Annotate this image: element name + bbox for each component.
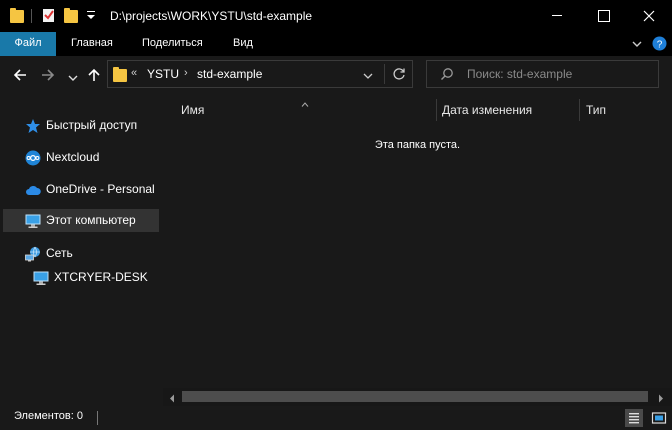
properties-icon[interactable] [42, 7, 56, 23]
navigation-pane: Быстрый доступ Nextcloud OneDrive - Pers… [0, 96, 163, 406]
arrow-right-icon [42, 69, 55, 81]
details-view-button[interactable] [625, 409, 643, 427]
sidebar-item-xtcryer-desk[interactable]: XTCRYER-DESK [3, 266, 159, 289]
chevron-down-icon [68, 75, 78, 81]
explorer-window: D:\projects\WORK\YSTU\std-example Файл Г… [0, 0, 672, 430]
title-bar: D:\projects\WORK\YSTU\std-example [0, 0, 672, 32]
sidebar-item-label: Быстрый доступ [46, 118, 138, 132]
search-placeholder[interactable]: Поиск: std-example [467, 67, 572, 81]
breadcrumb-std-example[interactable]: std-example [197, 67, 262, 81]
refresh-icon [393, 68, 405, 80]
arrow-up-icon [88, 68, 100, 81]
sidebar-item-label: Nextcloud [46, 150, 100, 164]
refresh-button[interactable] [392, 67, 406, 84]
title-separator [31, 9, 32, 23]
column-name-label: Имя [181, 103, 205, 117]
desktop-icon [33, 270, 49, 286]
ribbon-tabs: Файл Главная Поделиться Вид ? [0, 32, 672, 56]
arrow-left-icon [13, 69, 26, 81]
chevron-right-icon [659, 394, 663, 403]
forward-button[interactable] [41, 68, 55, 84]
new-folder-icon[interactable] [64, 7, 78, 23]
sidebar-item-label: XTCRYER-DESK [54, 270, 148, 284]
chevron-down-icon [363, 73, 373, 79]
sidebar-item-label: Этот компьютер [46, 213, 136, 227]
address-divider [384, 64, 385, 84]
column-type-label: Тип [586, 103, 607, 117]
chevron-down-icon [632, 41, 642, 47]
close-icon [643, 10, 655, 22]
scroll-left-button[interactable] [169, 392, 175, 406]
tab-home[interactable]: Главная [71, 32, 113, 56]
up-button[interactable] [87, 68, 101, 84]
sidebar-item-label: OneDrive - Personal [46, 182, 155, 196]
folder-icon [10, 7, 24, 23]
address-dropdown-button[interactable] [363, 69, 373, 83]
sidebar-item-onedrive[interactable]: OneDrive - Personal [3, 178, 159, 201]
empty-folder-message: Эта папка пуста. [374, 139, 461, 151]
svg-text:?: ? [657, 40, 663, 51]
item-count: Элементов: 0 [14, 410, 83, 422]
file-list[interactable]: Имя Дата изменения Тип Эта папка пуста. [163, 96, 672, 406]
address-bar[interactable]: « YSTU › std-example [107, 60, 413, 88]
column-header-name[interactable]: Имя [163, 96, 436, 122]
sidebar-item-this-pc[interactable]: Этот компьютер [3, 209, 159, 232]
star-icon [25, 118, 41, 134]
breadcrumb-ystu[interactable]: YSTU [147, 67, 179, 81]
computer-icon [25, 213, 41, 229]
scroll-right-button[interactable] [658, 392, 664, 406]
tab-view[interactable]: Вид [233, 32, 253, 56]
recent-locations-button[interactable] [68, 71, 78, 87]
sidebar-item-nextcloud[interactable]: Nextcloud [3, 146, 159, 169]
chevron-left-icon [170, 394, 174, 403]
back-button[interactable] [13, 68, 27, 84]
address-overflow[interactable]: « [131, 67, 137, 79]
status-bar: Элементов: 0 [0, 406, 672, 430]
maximize-button[interactable] [580, 0, 626, 32]
breadcrumb-separator[interactable]: › [184, 67, 188, 79]
search-icon [440, 67, 454, 84]
nextcloud-icon [25, 150, 41, 166]
close-button[interactable] [626, 0, 672, 32]
sidebar-item-quick-access[interactable]: Быстрый доступ [3, 114, 159, 137]
horizontal-scrollbar[interactable] [163, 388, 672, 406]
search-box[interactable]: Поиск: std-example [426, 60, 659, 88]
sidebar-item-label: Сеть [46, 246, 73, 260]
details-view-icon [629, 413, 639, 424]
tab-share[interactable]: Поделиться [142, 32, 203, 56]
folder-icon [113, 66, 127, 82]
window-title: D:\projects\WORK\YSTU\std-example [110, 9, 313, 23]
cloud-icon [25, 182, 41, 198]
column-header-type[interactable]: Тип [580, 96, 672, 122]
column-date-label: Дата изменения [442, 103, 533, 117]
minimize-button[interactable] [534, 0, 580, 32]
status-divider [97, 411, 98, 425]
scroll-thumb[interactable] [182, 391, 648, 402]
tab-file[interactable]: Файл [0, 32, 56, 56]
column-header-date-modified[interactable]: Дата изменения [437, 96, 579, 122]
help-icon: ? [652, 36, 667, 51]
network-icon [25, 246, 41, 262]
large-icons-view-button[interactable] [650, 409, 668, 427]
sidebar-item-network[interactable]: Сеть [3, 242, 159, 265]
large-icons-view-icon [651, 412, 667, 424]
quick-access-dropdown-icon[interactable] [86, 9, 100, 25]
